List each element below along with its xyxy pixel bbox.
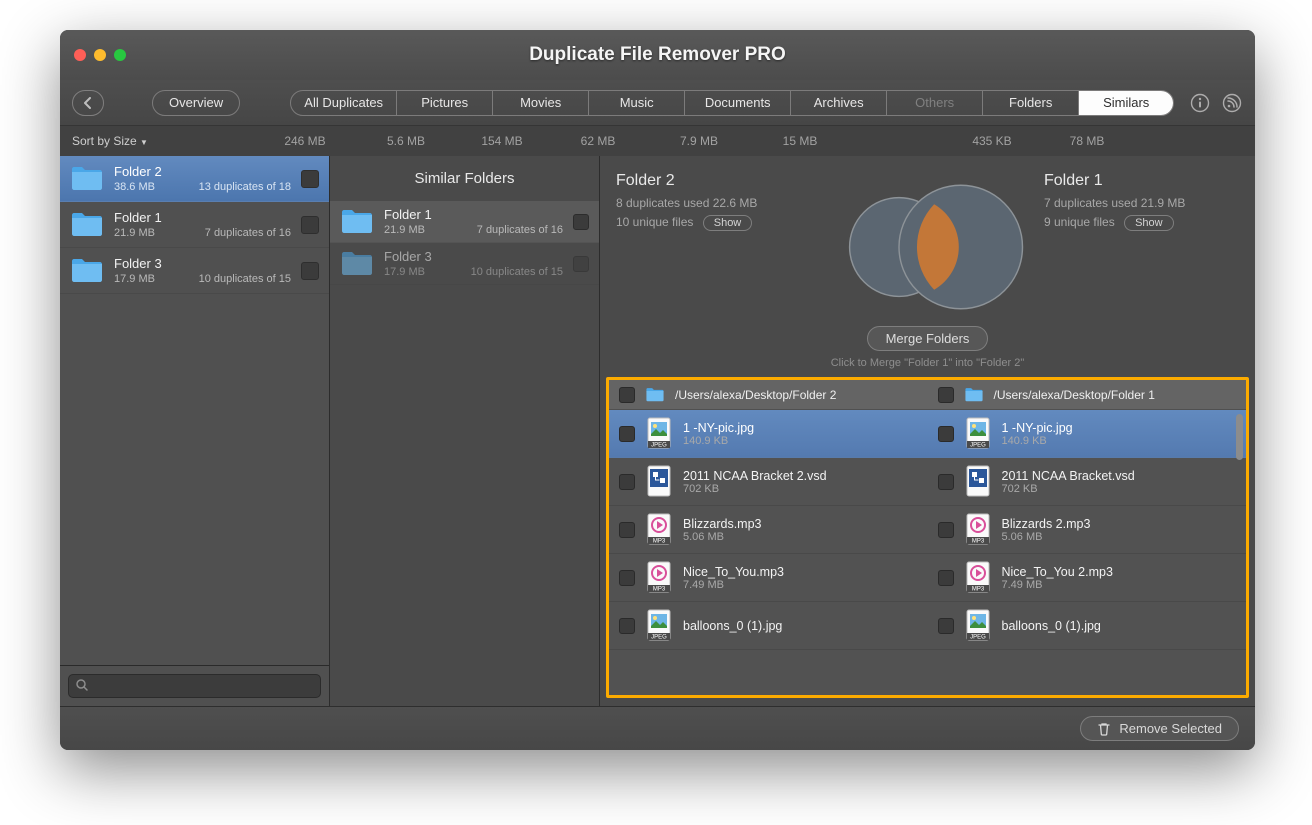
comparison-panel: Folder 2 8 duplicates used 22.6 MB 10 un… bbox=[600, 156, 1255, 706]
file-row[interactable]: 1 -NY-pic.jpg140.9 KB bbox=[609, 410, 928, 458]
tab-all-duplicates[interactable]: All Duplicates bbox=[291, 91, 397, 115]
file-row[interactable]: balloons_0 (1).jpg bbox=[928, 602, 1247, 650]
file-checkbox[interactable] bbox=[938, 522, 954, 538]
tab-size-label: 435 KB bbox=[944, 134, 1040, 148]
titlebar: Duplicate File Remover PRO bbox=[60, 30, 1255, 80]
tab-similars[interactable]: Similars bbox=[1079, 91, 1173, 115]
maximize-window-button[interactable] bbox=[114, 49, 126, 61]
file-checkbox[interactable] bbox=[619, 474, 635, 490]
file-row[interactable]: balloons_0 (1).jpg bbox=[609, 602, 928, 650]
tab-overview[interactable]: Overview bbox=[153, 91, 239, 115]
compare-right-line1: 7 duplicates used 21.9 MB bbox=[1044, 196, 1239, 210]
similar-folders-title: Similar Folders bbox=[330, 156, 599, 201]
similar-folder-item[interactable]: Folder 121.9 MB7 duplicates of 16 bbox=[330, 201, 599, 243]
compare-left-title: Folder 2 bbox=[616, 172, 811, 190]
similar-folders-panel: Similar Folders Folder 121.9 MB7 duplica… bbox=[330, 156, 600, 706]
file-row[interactable]: Nice_To_You.mp37.49 MB bbox=[609, 554, 928, 602]
tab-size-label: 7.9 MB bbox=[646, 134, 752, 148]
tab-size-label: 154 MB bbox=[454, 134, 550, 148]
remove-selected-button[interactable]: Remove Selected bbox=[1080, 716, 1239, 741]
file-checkbox[interactable] bbox=[619, 618, 635, 634]
file-row[interactable]: 1 -NY-pic.jpg140.9 KB bbox=[928, 410, 1247, 458]
sidebar-folder-item[interactable]: Folder 317.9 MB10 duplicates of 15 bbox=[60, 248, 329, 294]
tab-size-label: 62 MB bbox=[550, 134, 646, 148]
folder-icon bbox=[645, 387, 665, 403]
tab-archives[interactable]: Archives bbox=[791, 91, 887, 115]
folder-icon bbox=[964, 387, 984, 403]
info-icon[interactable] bbox=[1189, 92, 1211, 114]
file-row[interactable]: Blizzards.mp35.06 MB bbox=[609, 506, 928, 554]
folder-checkbox[interactable] bbox=[573, 256, 589, 272]
window-controls bbox=[74, 49, 126, 61]
tab-pictures[interactable]: Pictures bbox=[397, 91, 493, 115]
compare-right-line2: 9 unique files Show bbox=[1044, 215, 1239, 231]
sidebar: Folder 238.6 MB13 duplicates of 18Folder… bbox=[60, 156, 330, 706]
file-checkbox[interactable] bbox=[619, 522, 635, 538]
close-window-button[interactable] bbox=[74, 49, 86, 61]
column-select-all-checkbox[interactable] bbox=[938, 387, 954, 403]
file-row[interactable]: 2011 NCAA Bracket 2.vsd702 KB bbox=[609, 458, 928, 506]
toolbar: Overview All DuplicatesPicturesMoviesMus… bbox=[60, 80, 1255, 126]
app-window: Duplicate File Remover PRO Overview All … bbox=[60, 30, 1255, 750]
column-select-all-checkbox[interactable] bbox=[619, 387, 635, 403]
show-left-unique-button[interactable]: Show bbox=[703, 215, 753, 231]
column-path: /Users/alexa/Desktop/Folder 1 bbox=[994, 388, 1155, 402]
file-checkbox[interactable] bbox=[619, 570, 635, 586]
tab-folders[interactable]: Folders bbox=[983, 91, 1079, 115]
sort-dropdown[interactable]: Sort by Size ▼ bbox=[72, 134, 242, 148]
footer: Remove Selected bbox=[60, 706, 1255, 750]
file-row[interactable]: Blizzards 2.mp35.06 MB bbox=[928, 506, 1247, 554]
file-checkbox[interactable] bbox=[938, 474, 954, 490]
tab-others: Others bbox=[887, 91, 983, 115]
folder-checkbox[interactable] bbox=[301, 170, 319, 188]
file-row[interactable]: Nice_To_You 2.mp37.49 MB bbox=[928, 554, 1247, 602]
merge-hint-text: Click to Merge "Folder 1" into "Folder 2… bbox=[600, 357, 1255, 369]
tab-size-label: 78 MB bbox=[1040, 134, 1134, 148]
show-right-unique-button[interactable]: Show bbox=[1124, 215, 1174, 231]
category-tabs: All DuplicatesPicturesMoviesMusicDocumen… bbox=[290, 90, 1174, 116]
folder-checkbox[interactable] bbox=[573, 214, 589, 230]
compare-left-line2: 10 unique files Show bbox=[616, 215, 811, 231]
tab-size-label bbox=[848, 134, 944, 148]
search-input[interactable] bbox=[68, 674, 321, 698]
trash-icon bbox=[1097, 722, 1111, 736]
folder-checkbox[interactable] bbox=[301, 262, 319, 280]
file-checkbox[interactable] bbox=[619, 426, 635, 442]
tab-size-label: 246 MB bbox=[252, 134, 358, 148]
compare-right-title: Folder 1 bbox=[1044, 172, 1239, 190]
column-path: /Users/alexa/Desktop/Folder 2 bbox=[675, 388, 836, 402]
tab-movies[interactable]: Movies bbox=[493, 91, 589, 115]
tab-size-label: 15 MB bbox=[752, 134, 848, 148]
file-row[interactable]: 2011 NCAA Bracket.vsd702 KB bbox=[928, 458, 1247, 506]
compare-left-line1: 8 duplicates used 22.6 MB bbox=[616, 196, 811, 210]
window-title: Duplicate File Remover PRO bbox=[60, 44, 1255, 66]
minimize-window-button[interactable] bbox=[94, 49, 106, 61]
merge-folders-button[interactable]: Merge Folders bbox=[867, 326, 989, 351]
sidebar-folder-item[interactable]: Folder 238.6 MB13 duplicates of 18 bbox=[60, 156, 329, 202]
sidebar-folder-item[interactable]: Folder 121.9 MB7 duplicates of 16 bbox=[60, 202, 329, 248]
tab-documents[interactable]: Documents bbox=[685, 91, 791, 115]
venn-diagram bbox=[823, 172, 1032, 322]
similar-folder-item[interactable]: Folder 317.9 MB10 duplicates of 15 bbox=[330, 243, 599, 285]
search-icon bbox=[75, 678, 89, 697]
back-button[interactable] bbox=[72, 90, 104, 116]
sizes-row: Sort by Size ▼ 246 MB5.6 MB154 MB62 MB7.… bbox=[60, 126, 1255, 156]
tab-size-label: 5.6 MB bbox=[358, 134, 454, 148]
file-checkbox[interactable] bbox=[938, 570, 954, 586]
scrollbar-thumb[interactable] bbox=[1236, 414, 1243, 460]
folder-checkbox[interactable] bbox=[301, 216, 319, 234]
tab-music[interactable]: Music bbox=[589, 91, 685, 115]
file-checkbox[interactable] bbox=[938, 426, 954, 442]
rss-icon[interactable] bbox=[1221, 92, 1243, 114]
file-checkbox[interactable] bbox=[938, 618, 954, 634]
file-comparison-table: /Users/alexa/Desktop/Folder 2 1 -NY-pic.j… bbox=[606, 377, 1249, 698]
